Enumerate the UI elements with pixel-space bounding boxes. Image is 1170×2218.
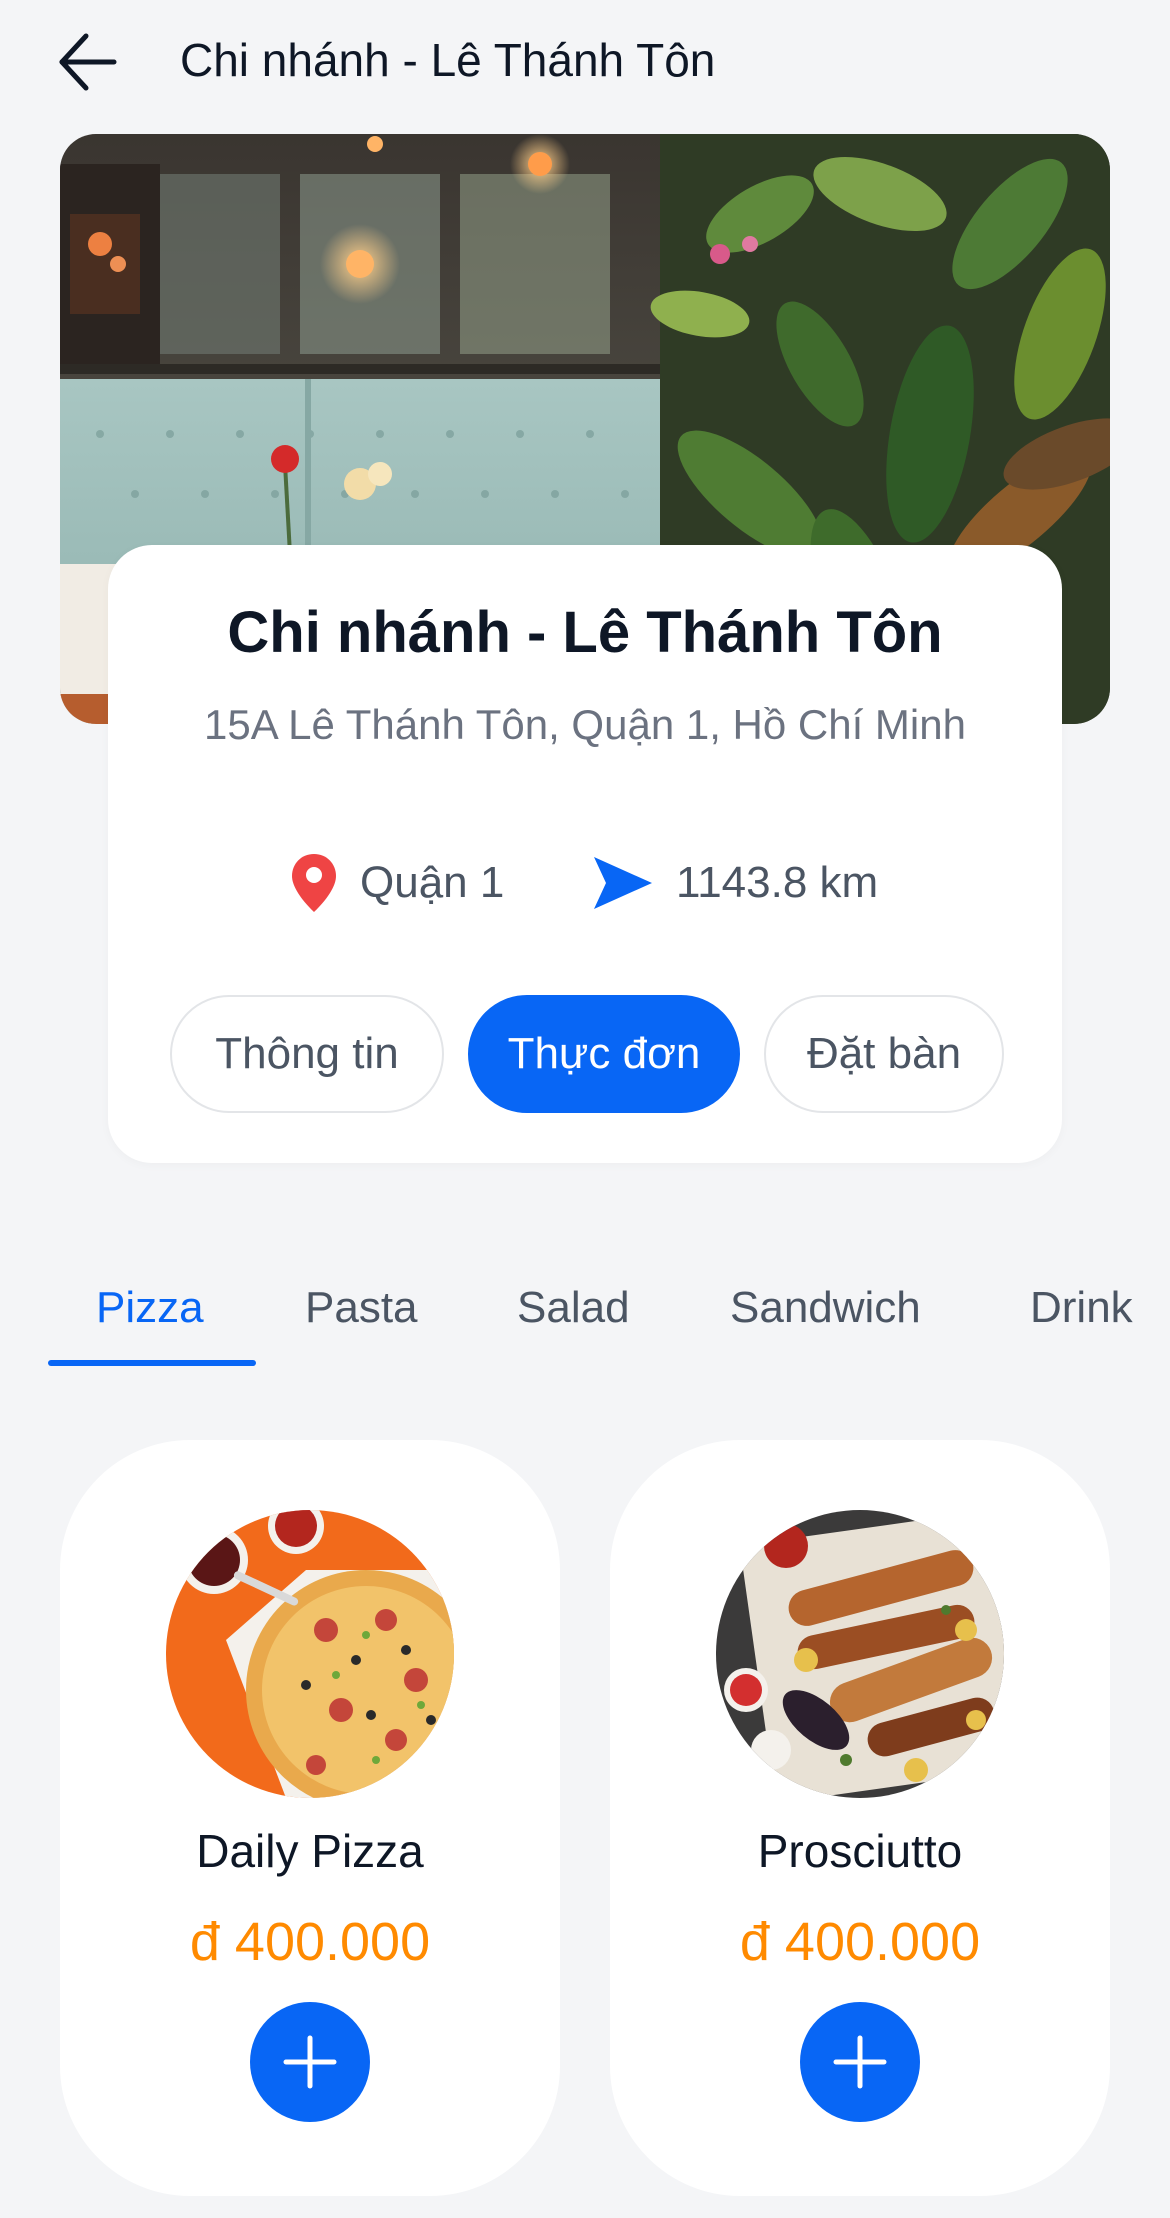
product-name: Daily Pizza — [196, 1825, 424, 1877]
category-tab-salad[interactable]: Salad — [517, 1278, 630, 1338]
tab-menu[interactable]: Thực đơn — [468, 995, 740, 1113]
product-price: đ 400.000 — [739, 1912, 981, 1972]
category-tab-drink[interactable]: Drink — [1030, 1278, 1133, 1338]
product-image — [716, 1510, 1004, 1798]
product-image — [166, 1510, 454, 1798]
page-title: Chi nhánh - Lê Thánh Tôn — [180, 34, 716, 86]
back-button[interactable] — [52, 26, 124, 98]
branch-address: 15A Lê Thánh Tôn, Quận 1, Hồ Chí Minh — [204, 701, 966, 748]
top-bar: Chi nhánh - Lê Thánh Tôn — [0, 0, 1170, 120]
category-tab-pizza[interactable]: Pizza — [96, 1278, 204, 1338]
category-tab-sandwich[interactable]: Sandwich — [730, 1278, 921, 1338]
district-info: Quận 1 — [290, 843, 504, 923]
distance-info: 1143.8 km — [590, 843, 878, 923]
plus-icon — [833, 2035, 887, 2089]
plus-icon — [283, 2035, 337, 2089]
tab-info[interactable]: Thông tin — [170, 995, 444, 1113]
category-tabs: Pizza Pasta Salad Sandwich Drink — [0, 1260, 1170, 1370]
branch-name: Chi nhánh - Lê Thánh Tôn — [227, 600, 943, 665]
product-price: đ 400.000 — [189, 1912, 431, 1972]
district-label: Quận 1 — [360, 858, 505, 907]
product-card[interactable]: Prosciutto đ 400.000 — [610, 1440, 1110, 2196]
branch-meta: Quận 1 1143.8 km — [108, 843, 1062, 923]
tab-reservation[interactable]: Đặt bàn — [764, 995, 1004, 1113]
product-name: Prosciutto — [757, 1825, 963, 1877]
add-to-cart-button[interactable] — [800, 2002, 920, 2122]
distance-label: 1143.8 km — [676, 858, 879, 907]
add-to-cart-button[interactable] — [250, 2002, 370, 2122]
map-pin-icon — [292, 854, 336, 912]
navigation-arrow-icon — [594, 857, 652, 909]
branch-menu-screen: Chi nhánh - Lê Thánh Tôn Chi nhánh - Lê … — [0, 0, 1170, 2218]
category-tab-pasta[interactable]: Pasta — [305, 1278, 418, 1338]
product-card[interactable]: Daily Pizza đ 400.000 — [60, 1440, 560, 2196]
arrow-left-icon — [59, 33, 117, 91]
active-tab-indicator — [48, 1360, 256, 1366]
branch-info-card: Chi nhánh - Lê Thánh Tôn 15A Lê Thánh Tô… — [108, 545, 1062, 1163]
